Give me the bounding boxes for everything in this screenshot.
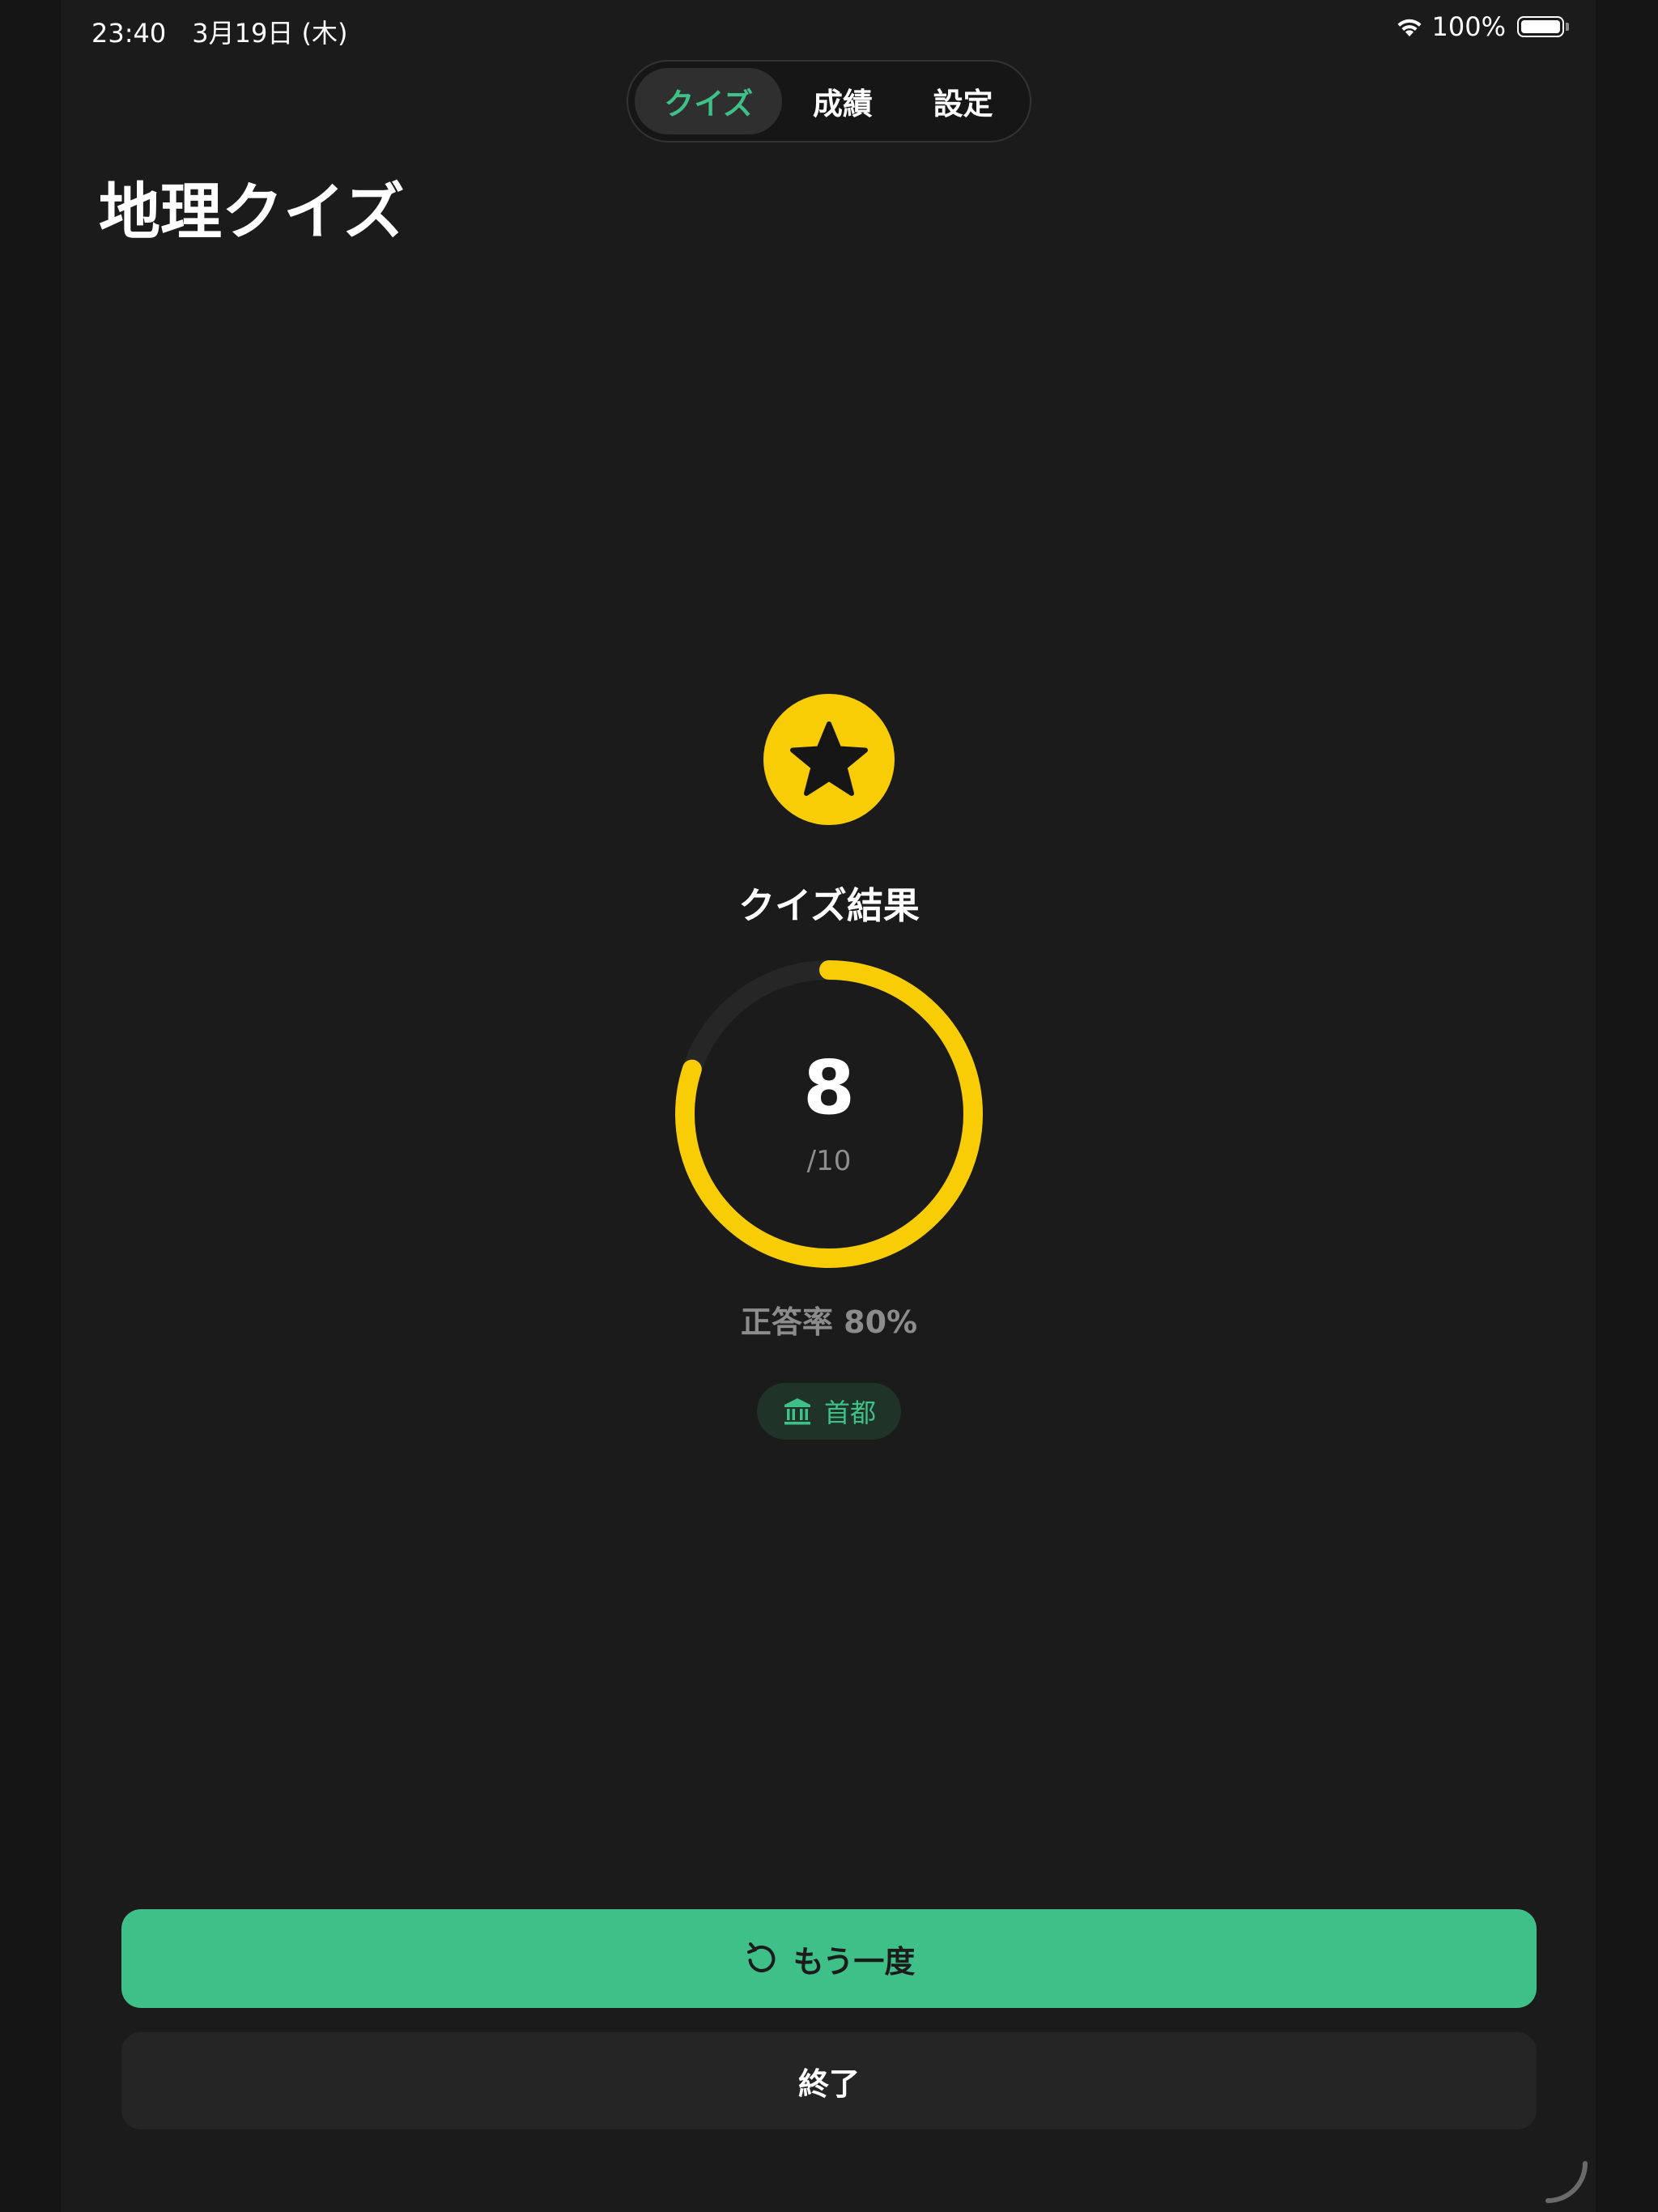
star-badge: [763, 694, 895, 825]
battery-percentage: 100%: [1431, 11, 1506, 42]
bank-icon: [784, 1398, 810, 1425]
segmented-tabs: クイズ 成績 設定: [627, 60, 1031, 143]
battery-level: [1521, 20, 1560, 33]
retry-button[interactable]: もう一度: [121, 1909, 1537, 2008]
status-bar: 23:40 3月19日 (木) 100%: [0, 0, 1658, 58]
battery-icon: [1517, 16, 1564, 37]
resize-handle[interactable]: [1543, 2160, 1592, 2206]
result-title: クイズ結果: [738, 884, 920, 927]
status-indicators: 100%: [1395, 11, 1569, 42]
tab-quiz[interactable]: クイズ: [635, 68, 783, 134]
score-total: /10: [806, 1145, 852, 1177]
tab-settings[interactable]: 設定: [903, 68, 1023, 134]
category-label: 首都: [823, 1397, 876, 1428]
page-title: 地理クイズ: [99, 176, 405, 248]
score-value: 8: [802, 1044, 855, 1131]
retry-button-label: もう一度: [793, 1943, 916, 1980]
wifi-icon: [1397, 19, 1422, 36]
end-button[interactable]: 終了: [121, 2032, 1537, 2129]
status-time: 23:40 3月19日 (木): [91, 18, 348, 49]
star-icon: [790, 721, 868, 796]
arrow-counterclockwise-icon: [746, 1942, 775, 1972]
category-chip: 首都: [757, 1383, 901, 1440]
accuracy-rate: 正答率 80%: [740, 1304, 918, 1340]
battery-nub: [1566, 23, 1569, 31]
tab-stats[interactable]: 成績: [782, 68, 903, 134]
